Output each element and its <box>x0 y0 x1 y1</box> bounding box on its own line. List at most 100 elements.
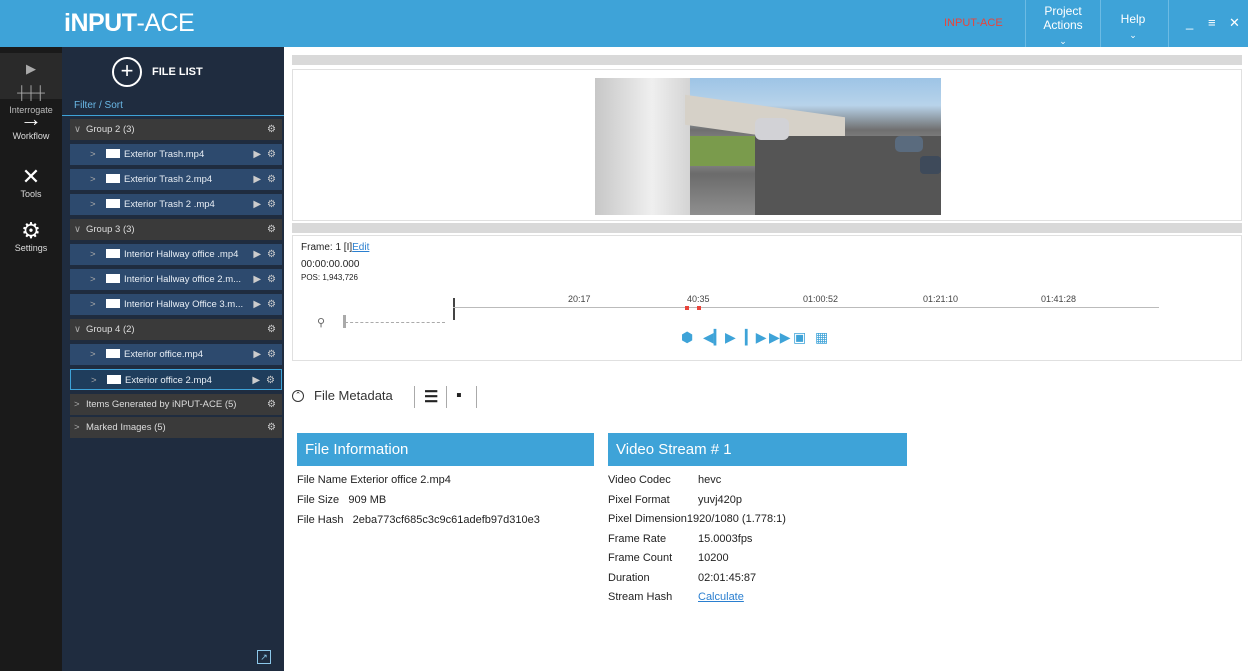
play-icon[interactable]: ▶ <box>253 274 261 285</box>
timeline-mark[interactable] <box>697 306 701 310</box>
chevron-down-icon: ⌄ <box>1129 30 1137 40</box>
row-label: Group 4 (2) <box>86 324 135 335</box>
time-readout: 00:00:00.000 <box>301 259 360 270</box>
video-frame[interactable] <box>595 78 941 215</box>
video-stream-row: Video Codec hevc <box>608 474 722 486</box>
video-stream-row: Frame Count 10200 <box>608 552 729 564</box>
collapse-icon[interactable]: ⌃ <box>292 390 304 402</box>
gear-icon[interactable]: ⚙ <box>267 349 276 360</box>
chevron-right-icon[interactable]: > <box>90 269 102 290</box>
gear-icon[interactable]: ⚙ <box>266 375 275 386</box>
chevron-down-icon[interactable]: ∨ <box>74 219 86 240</box>
chevron-right-icon[interactable]: > <box>90 244 102 265</box>
chevron-right-icon[interactable]: > <box>74 417 86 438</box>
gear-icon[interactable]: ⚙ <box>267 199 276 210</box>
export-frame-icon[interactable]: ▣ <box>793 329 806 346</box>
snapshot-icon[interactable]: ⬢ <box>681 329 693 346</box>
gear-icon[interactable]: ⚙ <box>267 224 276 235</box>
chevron-right-icon[interactable]: > <box>90 169 102 190</box>
gear-icon[interactable]: ⚙ <box>267 399 276 410</box>
zoom-icon: ⚲ <box>317 317 326 329</box>
file-row[interactable]: > Interior Hallway Office 3.m... ▶ ⚙ <box>70 294 282 315</box>
play-icon[interactable]: ▶ <box>253 174 261 185</box>
file-group-row[interactable]: > Marked Images (5) ⚙ <box>70 417 282 438</box>
file-row[interactable]: > Interior Hallway office .mp4 ▶ ⚙ <box>70 244 282 265</box>
gear-icon[interactable]: ⚙ <box>267 422 276 433</box>
step-back-icon[interactable]: ◀▎ <box>703 329 725 346</box>
play-icon[interactable]: ▶ <box>725 329 736 346</box>
edit-frame-link[interactable]: Edit <box>352 242 369 253</box>
play-icon[interactable]: ▶ <box>253 349 261 360</box>
file-group-row[interactable]: ∨ Group 4 (2) ⚙ <box>70 319 282 340</box>
nav-workflow[interactable]: → Workflow <box>0 107 62 142</box>
step-forward-icon[interactable]: ▎▶ <box>745 329 767 346</box>
nav-interrogate[interactable]: ▶ ┼┼┼ Interrogate <box>0 53 62 115</box>
export-icon[interactable]: ↗ <box>257 650 271 664</box>
play-icon[interactable]: ▶ <box>253 149 261 160</box>
chevron-right-icon[interactable]: > <box>74 394 86 415</box>
help-menu[interactable]: Help ⌄ <box>1110 4 1156 44</box>
restore-button[interactable]: ≡ <box>1208 15 1216 30</box>
file-information-heading: File Information <box>297 433 594 466</box>
video-stream-row: Pixel Dimension1920/1080 (1.778:1) <box>608 513 786 525</box>
chevron-right-icon[interactable]: > <box>90 194 102 215</box>
play-icon[interactable]: ▶ <box>253 199 261 210</box>
chevron-right-icon[interactable]: > <box>91 370 103 389</box>
gear-icon[interactable]: ⚙ <box>267 249 276 260</box>
gear-icon[interactable]: ⚙ <box>267 274 276 285</box>
file-row[interactable]: > Exterior Trash.mp4 ▶ ⚙ <box>70 144 282 165</box>
zoom-slider-thumb[interactable] <box>343 315 346 328</box>
play-icon[interactable]: ▶ <box>253 249 261 260</box>
file-row[interactable]: > Exterior office 2.mp4 ▶ ⚙ <box>70 369 282 390</box>
file-row[interactable]: > Interior Hallway office 2.m... ▶ ⚙ <box>70 269 282 290</box>
row-label: Exterior office 2.mp4 <box>125 375 212 386</box>
file-row[interactable]: > Exterior Trash 2.mp4 ▶ ⚙ <box>70 169 282 190</box>
row-label: Exterior Trash.mp4 <box>124 149 205 160</box>
project-actions-menu[interactable]: Project Actions ⌄ <box>1036 4 1090 46</box>
gear-icon[interactable]: ⚙ <box>267 324 276 335</box>
play-timeline-icon: ▶ ┼┼┼ <box>17 61 45 100</box>
row-label: Exterior office.mp4 <box>124 349 204 360</box>
video-panel <box>292 69 1242 221</box>
fast-forward-icon[interactable]: ▶▶ <box>769 329 791 346</box>
video-file-icon <box>106 198 120 208</box>
list-icon[interactable]: ☰ <box>424 387 438 407</box>
chevron-right-icon[interactable]: > <box>90 144 102 165</box>
row-label: Exterior Trash 2.mp4 <box>124 174 213 185</box>
close-button[interactable]: ✕ <box>1229 15 1240 31</box>
file-group-row[interactable]: ∨ Group 3 (3) ⚙ <box>70 219 282 240</box>
minimize-button[interactable]: _ <box>1186 15 1193 30</box>
save-icon[interactable]: ▪ <box>456 387 462 405</box>
file-row[interactable]: > Exterior Trash 2 .mp4 ▶ ⚙ <box>70 194 282 215</box>
video-car <box>920 156 941 174</box>
timeline-start-marker[interactable] <box>453 298 455 320</box>
zoom-slider-track[interactable] <box>345 322 445 323</box>
file-group-row[interactable]: > Items Generated by iNPUT-ACE (5) ⚙ <box>70 394 282 415</box>
calculate-hash-link[interactable]: Calculate <box>698 591 744 603</box>
play-icon[interactable]: ▶ <box>253 299 261 310</box>
gear-icon[interactable]: ⚙ <box>267 299 276 310</box>
filter-sort-link[interactable]: Filter / Sort <box>62 96 284 116</box>
video-stream-row: Frame Rate 15.0003fps <box>608 532 753 545</box>
chevron-right-icon[interactable]: > <box>90 294 102 315</box>
timeline-mark[interactable] <box>685 306 689 310</box>
row-label: Items Generated by iNPUT-ACE (5) <box>86 399 237 410</box>
timeline-track[interactable] <box>453 307 1159 308</box>
timeline-tick: 01:00:52 <box>803 294 839 304</box>
nav-settings[interactable]: ⚙ Settings <box>0 219 62 254</box>
gear-icon[interactable]: ⚙ <box>267 149 276 160</box>
row-label: Group 2 (3) <box>86 124 135 135</box>
gear-icon[interactable]: ⚙ <box>267 174 276 185</box>
chevron-right-icon[interactable]: > <box>90 344 102 365</box>
add-file-button[interactable]: + <box>112 57 142 87</box>
gear-icon[interactable]: ⚙ <box>267 124 276 135</box>
nav-tools[interactable]: ✕ Tools <box>0 165 62 200</box>
file-row[interactable]: > Exterior office.mp4 ▶ ⚙ <box>70 344 282 365</box>
file-group-row[interactable]: ∨ Group 2 (3) ⚙ <box>70 119 282 140</box>
chevron-down-icon[interactable]: ∨ <box>74 319 86 340</box>
grid-view-icon[interactable]: ▦ <box>815 329 828 346</box>
play-icon[interactable]: ▶ <box>252 375 260 386</box>
video-file-icon <box>106 248 120 258</box>
metadata-toolbar: ⌃ File Metadata ☰ ▪ <box>290 384 610 414</box>
chevron-down-icon[interactable]: ∨ <box>74 119 86 140</box>
